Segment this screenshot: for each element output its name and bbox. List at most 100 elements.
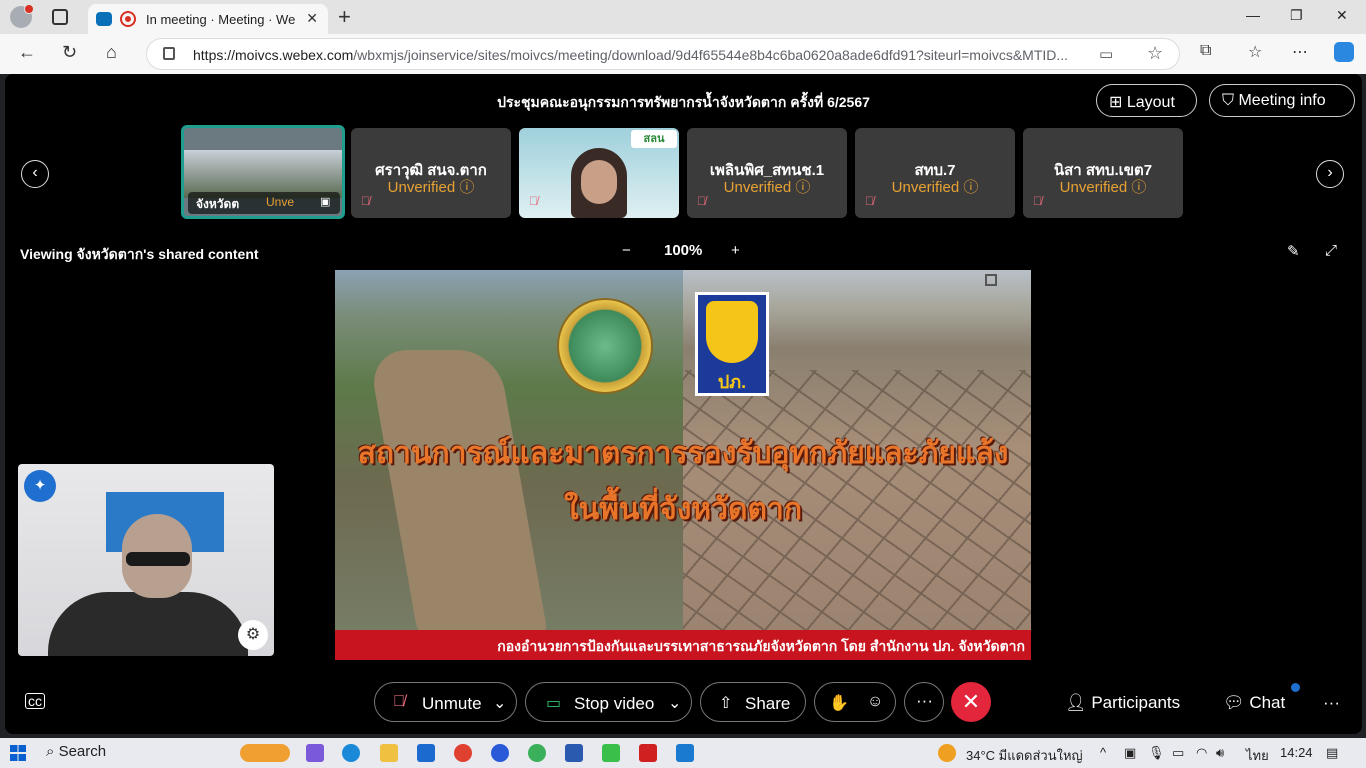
participant-tile-video[interactable]: สลน 🎙̸	[519, 128, 679, 218]
meeting-info-label: Meeting info	[1238, 92, 1326, 109]
oranges-widget-icon[interactable]	[240, 744, 290, 762]
leave-meeting-button[interactable]: ✕	[951, 682, 991, 722]
more-options-button[interactable]: ···	[904, 682, 944, 722]
recording-icon	[120, 11, 136, 27]
prev-participants-button[interactable]: ‹	[21, 160, 49, 188]
weather-text[interactable]: 34°C มีแดดส่วนใหญ่	[966, 745, 1083, 766]
slide-footer: กองอำนวยการป้องกันและบรรเทาสาธารณภัยจังห…	[335, 630, 1031, 660]
participant-face	[581, 160, 617, 204]
new-tab-button[interactable]: +	[338, 4, 351, 30]
profile-avatar-icon[interactable]	[10, 4, 34, 28]
browser-tab-meeting[interactable]: In meeting · Meeting · Webe ✕	[88, 4, 328, 34]
chrome-icon[interactable]	[454, 744, 472, 762]
more-icon: ···	[916, 691, 933, 710]
language-indicator[interactable]: ไทย	[1246, 745, 1269, 766]
closed-captions-icon[interactable]: cc	[25, 693, 45, 709]
extensions-icon[interactable]: ⧉	[1200, 42, 1211, 60]
settings-more-icon[interactable]: ⋯	[1292, 42, 1308, 62]
reactions-icon[interactable]: ☺	[867, 693, 883, 711]
participants-label: Participants	[1091, 693, 1181, 712]
search-label: Search	[58, 743, 107, 760]
windows-taskbar: ⌕ Search 34°C มีแดดส่วนใหญ่ ^ ▣ 🎙︎ ▭ ◠ 🔊…	[0, 738, 1366, 768]
clock[interactable]: 14:24	[1280, 745, 1313, 760]
participant-tile[interactable]: สทบ.7 Unverified ⓘ 🎙̸	[855, 128, 1015, 218]
chat-button[interactable]: 💬︎ Chat	[1223, 693, 1285, 713]
minimize-button[interactable]: —	[1246, 7, 1260, 23]
participant-status: Unverified ⓘ	[387, 179, 475, 196]
zoom-icon[interactable]	[491, 744, 509, 762]
tab-close-icon[interactable]: ✕	[306, 10, 318, 27]
url-field[interactable]: https://moivcs.webex.com/wbxmjs/joinserv…	[146, 38, 1180, 70]
word-icon[interactable]	[565, 744, 583, 762]
layout-label: Layout	[1126, 94, 1175, 111]
tray-chevron-icon[interactable]: ^	[1100, 745, 1106, 760]
wifi-icon[interactable]: ◠	[1196, 745, 1207, 761]
taskbar-search[interactable]: ⌕ Search	[46, 743, 106, 760]
maximize-button[interactable]: ❐	[1290, 7, 1303, 24]
back-arrow-icon[interactable]: ←	[18, 42, 36, 63]
copilot-icon[interactable]	[1334, 42, 1354, 62]
chevron-down-icon[interactable]: ⌄	[668, 693, 681, 713]
home-icon[interactable]: ⌂	[106, 42, 117, 63]
chevron-down-icon[interactable]: ⌄	[493, 693, 506, 713]
expand-icon[interactable]: ⤢	[1325, 242, 1337, 259]
annotate-icon[interactable]: ✎	[1287, 242, 1300, 260]
copilot-app-icon[interactable]	[306, 744, 324, 762]
edge-icon[interactable]	[342, 744, 360, 762]
qgis-icon[interactable]	[528, 744, 546, 762]
meeting-info-button[interactable]: ⛉ Meeting info	[1209, 84, 1355, 117]
layout-icon: ⊞	[1109, 94, 1123, 111]
raise-hand-icon[interactable]: ✋	[829, 693, 849, 713]
participants-button[interactable]: 👤︎ Participants	[1065, 693, 1180, 713]
chat-label: Chat	[1249, 693, 1286, 712]
self-view-video[interactable]: ✦ ⚙	[18, 464, 274, 656]
browser-address-bar: ← ↻ ⌂ https://moivcs.webex.com/wbxmjs/jo…	[0, 34, 1366, 74]
share-label: Share	[745, 694, 791, 713]
muted-mic-icon: 🎙̸	[865, 194, 874, 208]
screen-share-icon: ▣	[320, 196, 331, 208]
chat-bubble-icon: 💬︎	[1223, 693, 1245, 712]
file-explorer-icon[interactable]	[380, 744, 398, 762]
reactions-group: ✋ ☺	[814, 682, 896, 722]
stop-video-button[interactable]: ▭ Stop video ⌄	[525, 682, 692, 722]
shield-icon: ⛉	[1222, 92, 1235, 109]
muted-mic-icon: 🎙̸	[361, 194, 370, 208]
gear-icon[interactable]: ⚙	[238, 620, 268, 650]
reload-icon[interactable]: ↻	[62, 42, 77, 63]
shared-content-slide: ปภ. สถานการณ์และมาตรการรองรับอุทกภัยและภ…	[335, 270, 1031, 660]
webex-favicon-icon	[96, 12, 112, 26]
chat-notification-dot	[1291, 683, 1300, 692]
url-text: https://moivcs.webex.com/wbxmjs/joinserv…	[193, 47, 1069, 63]
logo-text: ปภ.	[717, 372, 747, 392]
favorites-icon[interactable]: ☆	[1248, 42, 1262, 62]
webex-icon[interactable]	[676, 744, 694, 762]
pin-icon[interactable]: ✦	[24, 470, 56, 502]
muted-mic-icon: 🎙̸	[697, 194, 706, 208]
unmute-button[interactable]: 🎙̸ Unmute ⌄	[374, 682, 517, 722]
participant-tile[interactable]: นิสา สทบ.เขต7 Unverified ⓘ 🎙̸	[1023, 128, 1183, 218]
slide-heading-line1: สถานการณ์และมาตรการรองรับอุทกภัยและภัยแล…	[357, 437, 1009, 470]
line-icon[interactable]	[602, 744, 620, 762]
mail-icon[interactable]	[417, 744, 435, 762]
camera-in-use-icon[interactable]: ▭	[1099, 45, 1113, 63]
zoom-out-button[interactable]: −	[622, 242, 631, 259]
favorite-star-icon[interactable]: ☆	[1147, 43, 1163, 64]
hand-icon	[706, 301, 758, 363]
tab-actions-icon[interactable]	[52, 9, 68, 25]
site-info-icon[interactable]	[163, 47, 175, 60]
next-participants-button[interactable]: ›	[1316, 160, 1344, 188]
participant-tile[interactable]: ศราวุฒิ สนจ.ตาก Unverified ⓘ 🎙̸	[351, 128, 511, 218]
participant-tile-active[interactable]: จังหวัดต Unve ▣	[181, 125, 345, 219]
close-window-button[interactable]: ✕	[1336, 7, 1348, 24]
zoom-in-button[interactable]: +	[731, 242, 740, 259]
windows-start-icon[interactable]	[10, 745, 26, 761]
layout-button[interactable]: ⊞ Layout	[1096, 84, 1197, 117]
speaker-icon[interactable]: 🔊︎	[1216, 745, 1224, 761]
participant-tile[interactable]: เพลินพิศ_สทนช.1 Unverified ⓘ 🎙̸	[687, 128, 847, 218]
more-panels-icon[interactable]: ···	[1323, 693, 1340, 713]
acrobat-icon[interactable]	[639, 744, 657, 762]
participant-status: Unverified ⓘ	[723, 179, 811, 196]
muted-mic-icon: 🎙̸	[529, 194, 538, 208]
notifications-icon[interactable]: ▤	[1326, 745, 1338, 761]
share-button[interactable]: ⇧ Share	[700, 682, 806, 722]
